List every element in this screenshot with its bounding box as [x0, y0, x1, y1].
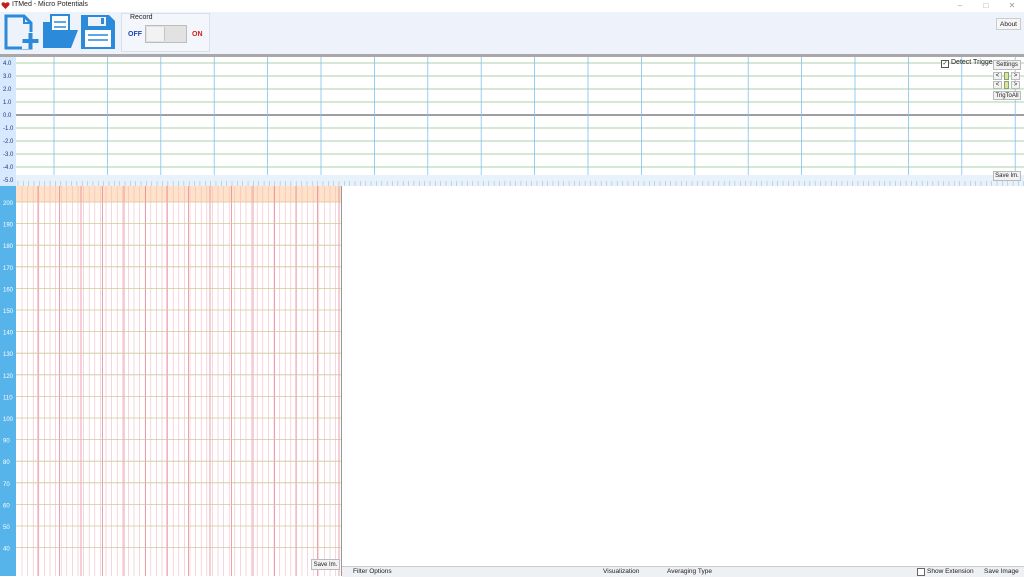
averaging-type-label[interactable]: Averaging Type [667, 568, 712, 575]
y-tick-label: 4.0 [3, 61, 12, 67]
y-tick-label: 2.0 [3, 87, 12, 93]
detect-trigger-label: Detect Trigger [951, 59, 995, 66]
signal-chart: 4.0 3.0 2.0 1.0 0.0 -1.0 -2.0 -3.0 -4.0 -5.0 [0, 57, 1024, 186]
y-tick-label: 150 [3, 309, 14, 315]
y-tick-label: 190 [3, 223, 14, 229]
next-button[interactable]: > [1011, 72, 1020, 80]
signal-save-image-button[interactable]: Save Im. [993, 171, 1021, 181]
y-tick-label: 40 [3, 547, 10, 553]
panel-save-image-button[interactable]: Save Im. [311, 559, 340, 570]
next-button[interactable]: > [1011, 81, 1020, 89]
show-extension-checkbox[interactable] [917, 568, 925, 576]
trig-to-all-button[interactable]: TrigToAll [993, 91, 1021, 100]
y-tick-label: 200 [3, 201, 14, 207]
record-toggle[interactable] [145, 25, 187, 43]
record-on-label: ON [192, 31, 203, 38]
record-toggle-thumb[interactable] [147, 27, 165, 41]
histogram-panel: 200 190 180 170 160 150 140 130 120 110 100 90 80 70 6… [0, 186, 342, 576]
detect-trigger-checkbox[interactable]: ✓ [941, 60, 949, 68]
bottom-options-bar: Filter Options Visualization Averaging T… [342, 566, 1024, 577]
window-title: ITMed - Micro Potentials [12, 1, 88, 8]
show-extension-label: Show Extension [927, 568, 974, 575]
channel-stepper-2: < > [993, 81, 1021, 89]
new-file-plus-icon[interactable] [3, 13, 41, 51]
channel-slider-thumb[interactable] [1004, 81, 1009, 89]
y-tick-label: 110 [3, 395, 13, 401]
record-group: Record OFF ON [121, 13, 210, 52]
prev-button[interactable]: < [993, 81, 1002, 89]
y-tick-label: 130 [3, 352, 14, 358]
y-tick-label: 140 [3, 331, 14, 337]
channel-stepper-1: < > [993, 72, 1021, 80]
channel-slider-thumb[interactable] [1004, 72, 1009, 80]
record-label: Record [130, 14, 153, 21]
y-tick-label: 0.0 [3, 113, 12, 119]
prev-button[interactable]: < [993, 72, 1002, 80]
y-tick-label: 100 [3, 417, 14, 423]
y-tick-label: 90 [3, 439, 10, 445]
y-tick-label: -2.0 [3, 139, 14, 145]
title-bar: ITMed - Micro Potentials – □ ✕ [0, 0, 1024, 12]
y-tick-label: 80 [3, 460, 10, 466]
filter-options-label[interactable]: Filter Options [353, 568, 392, 575]
y-tick-label: 180 [3, 244, 14, 250]
settings-button[interactable]: Settings [993, 60, 1021, 70]
visualization-label[interactable]: Visualization [603, 568, 639, 575]
y-tick-label: 50 [3, 525, 10, 531]
y-tick-label: -4.0 [3, 165, 14, 171]
y-tick-label: -5.0 [3, 178, 14, 184]
time-ruler [16, 175, 1024, 186]
y-tick-label: -3.0 [3, 152, 14, 158]
open-folder-icon[interactable] [41, 13, 79, 51]
y-tick-label: 3.0 [3, 74, 12, 80]
record-off-label: OFF [128, 31, 142, 38]
about-button[interactable]: About [996, 18, 1021, 30]
heart-icon [1, 2, 10, 9]
save-floppy-icon[interactable] [79, 13, 117, 51]
y-tick-label: 170 [3, 266, 14, 272]
y-tick-label: 60 [3, 503, 10, 509]
y-tick-label: 70 [3, 482, 10, 488]
y-tick-label: 120 [3, 374, 14, 380]
close-button[interactable]: ✕ [997, 0, 1024, 12]
save-image-button[interactable]: Save Image [984, 568, 1019, 575]
y-tick-label: 160 [3, 287, 14, 293]
y-tick-label: 1.0 [3, 100, 12, 106]
y-tick-label: -1.0 [3, 126, 14, 132]
